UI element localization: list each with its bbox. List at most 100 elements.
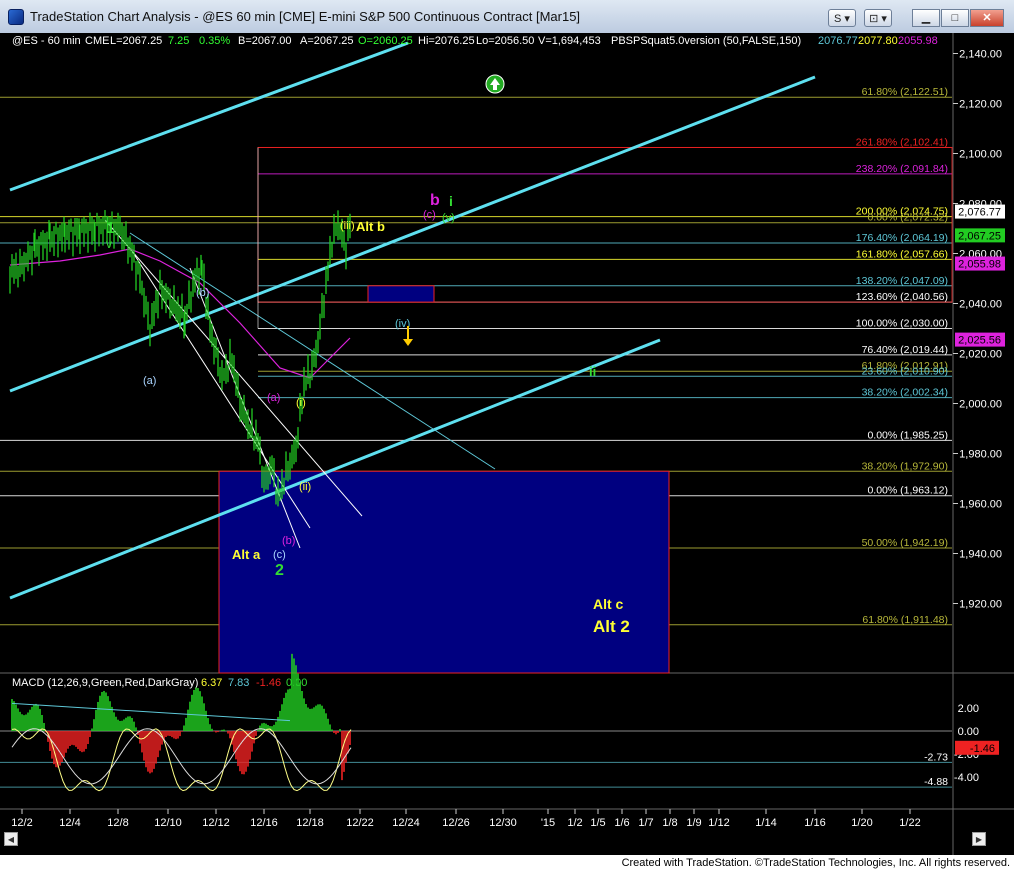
time-tick-label: 12/30 <box>489 817 517 829</box>
macd-tick-label: -4.00 <box>954 772 979 784</box>
price-badge-label: 2,067.25 <box>958 230 1001 242</box>
wave-label: (v) <box>442 212 455 224</box>
info-exchange: CME <box>85 35 109 47</box>
fib-level-label: 23.60% (2,010.90) <box>862 365 948 377</box>
time-tick-label: 1/12 <box>708 817 729 829</box>
time-tick-label: 1/22 <box>899 817 920 829</box>
price-tick-label: 1,960.00 <box>959 499 1002 511</box>
wave-label: (c) <box>423 209 436 221</box>
chart-area[interactable]: 61.80% (2,122.51)261.80% (2,102.41)238.2… <box>0 33 1014 855</box>
time-tick-label: 12/22 <box>346 817 374 829</box>
price-tick-label: 2,040.00 <box>959 299 1002 311</box>
info-ind-v3: 2055.98 <box>898 35 938 47</box>
tradestation-window: TradeStation Chart Analysis - @ES 60 min… <box>0 0 1014 870</box>
time-tick-label: 12/18 <box>296 817 324 829</box>
wave-label: Alt b <box>356 219 385 234</box>
fib-level-label: 123.60% (2,040.56) <box>856 291 948 303</box>
macd-badge-label: -1.46 <box>970 743 995 755</box>
s-menu-button[interactable]: S ▾ <box>828 9 856 27</box>
info-bid: B=2067.00 <box>238 35 292 47</box>
fib-level-label: 0.00% (2,072.32) <box>867 212 948 224</box>
time-tick-label: 12/26 <box>442 817 470 829</box>
fib-level-label: 161.80% (2,057.66) <box>856 248 948 260</box>
fib-level-label: 61.80% (2,122.51) <box>862 86 948 98</box>
wave-label: (a) <box>267 392 280 404</box>
scroll-left-button[interactable]: ◀ <box>4 832 18 846</box>
price-tick-label: 2,020.00 <box>959 349 1002 361</box>
macd-value-1: 6.37 <box>201 677 222 689</box>
wave-label: i <box>449 193 453 209</box>
macd-value-2: 7.83 <box>228 677 249 689</box>
price-badge-label: 2,076.77 <box>958 207 1001 219</box>
info-change: 7.25 <box>168 35 189 47</box>
wave-label: 1 <box>106 220 115 237</box>
scroll-right-button[interactable]: ▶ <box>972 832 986 846</box>
footer-text: Created with TradeStation. ©TradeStation… <box>621 857 1010 869</box>
wave-label: (a) <box>143 375 156 387</box>
time-tick-label: 1/8 <box>662 817 677 829</box>
macd-value-3: -1.46 <box>256 677 281 689</box>
fib-level-label: 176.40% (2,064.19) <box>856 232 948 244</box>
time-tick-label: 1/20 <box>851 817 872 829</box>
fib-level-label: 238.20% (2,091.84) <box>856 163 948 175</box>
wave-iv-target-box <box>367 285 435 303</box>
fib-level-label: 38.20% (1,972.90) <box>862 460 948 472</box>
minimize-button[interactable]: ▁ <box>912 9 940 27</box>
time-tick-label: 12/16 <box>250 817 278 829</box>
price-tick-label: 1,920.00 <box>959 599 1002 611</box>
time-tick-label: 12/10 <box>154 817 182 829</box>
info-volume: V=1,694,453 <box>538 35 601 47</box>
info-symbol: @ES - 60 min <box>12 35 81 47</box>
title-bar: TradeStation Chart Analysis - @ES 60 min… <box>0 0 1014 34</box>
wave-label: (b) <box>282 535 295 547</box>
time-tick-label: 12/4 <box>59 817 80 829</box>
fib-level-label: 0.00% (1,985.25) <box>867 429 948 441</box>
info-open: O=2060.25 <box>358 35 413 47</box>
info-ind-v2: 2077.80 <box>858 35 898 47</box>
macd-level-label: -4.88 <box>924 776 948 788</box>
time-tick-label: 12/2 <box>11 817 32 829</box>
wave-label: Alt a <box>232 547 261 562</box>
time-tick-label: 1/7 <box>638 817 653 829</box>
time-tick-label: 1/2 <box>567 817 582 829</box>
fib-level-label: 38.20% (2,002.34) <box>862 387 948 399</box>
fib-level-label: 76.40% (2,019.44) <box>862 344 948 356</box>
fib-level-label: 0.00% (1,963.12) <box>867 485 948 497</box>
time-tick-label: 1/14 <box>755 817 776 829</box>
macd-level-label: -2.73 <box>924 751 948 763</box>
price-tick-label: 2,000.00 <box>959 399 1002 411</box>
macd-tick-label: 0.00 <box>958 726 979 738</box>
alt-2-target-box <box>218 470 670 674</box>
price-tick-label: 1,980.00 <box>959 449 1002 461</box>
wave-label: b <box>430 192 440 209</box>
info-high: Hi=2076.25 <box>418 35 475 47</box>
maximize-button[interactable]: □ <box>941 9 969 27</box>
info-ask: A=2067.25 <box>300 35 354 47</box>
wave-label: Alt c <box>593 596 624 612</box>
price-tick-label: 1,940.00 <box>959 549 1002 561</box>
time-tick-label: 12/24 <box>392 817 420 829</box>
macd-tick-label: 2.00 <box>958 703 979 715</box>
window-title: TradeStation Chart Analysis - @ES 60 min… <box>30 9 581 24</box>
macd-label: MACD (12,26,9,Green,Red,DarkGray) <box>12 677 198 689</box>
fib-level-label: 100.00% (2,030.00) <box>856 318 948 330</box>
wave-label: (i) <box>296 397 306 409</box>
time-tick-label: 12/8 <box>107 817 128 829</box>
time-tick-label: 12/12 <box>202 817 230 829</box>
fib-level-label: 261.80% (2,102.41) <box>856 136 948 148</box>
price-tick-label: 2,120.00 <box>959 99 1002 111</box>
time-tick-label: '15 <box>541 817 555 829</box>
tools-menu-button[interactable]: ⊡ ▾ <box>864 9 892 27</box>
fib-level-label: 138.20% (2,047.09) <box>856 275 948 287</box>
price-badge-label: 2,055.98 <box>958 259 1001 271</box>
wave-label: 2 <box>275 562 284 579</box>
price-tick-label: 2,140.00 <box>959 49 1002 61</box>
wave-label: Alt 2 <box>593 617 630 636</box>
wave-label: (iii) <box>340 220 355 232</box>
info-indicator: PBSPSquat5.0version (50,FALSE,150) <box>611 35 801 47</box>
fib-level-label: 50.00% (1,942.19) <box>862 537 948 549</box>
info-low: Lo=2056.50 <box>476 35 534 47</box>
time-tick-label: 1/9 <box>686 817 701 829</box>
close-button[interactable]: ✕ <box>970 9 1004 27</box>
time-tick-label: 1/6 <box>614 817 629 829</box>
